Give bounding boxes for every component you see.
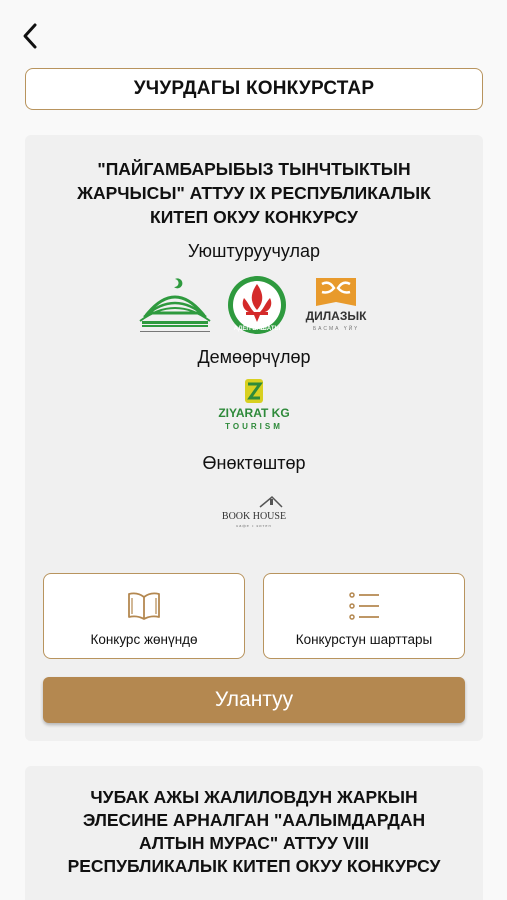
contest-title-line: ЖАРЧЫСЫ" АТТУУ IX РЕСПУБЛИКАЛЫК	[77, 183, 431, 203]
contest-rules-button[interactable]: Конкурстун шарттары	[263, 573, 465, 659]
contest-2-title-line: АЛТЫН МУРАС" АТТУУ VIII	[138, 833, 370, 853]
book-ornament-icon: ДИЛАЗЫК БАСМА ҮЙҮ	[306, 278, 368, 332]
svg-text:АДЕП БАШАТЫ: АДЕП БАШАТЫ	[234, 326, 281, 332]
contest-2-title-line: РЕСПУБЛИКАЛЫК КИТЕП ОКУУ КОНКУРСУ	[67, 856, 441, 876]
contest-2-title: ЧУБАК АЖЫ ЖАЛИЛОВДУН ЖАРКЫН ЭЛЕСИНЕ АРНА…	[45, 786, 463, 878]
svg-text:BOOK HOUSE: BOOK HOUSE	[222, 511, 286, 522]
dilazyk-logo: ДИЛАЗЫК БАСМА ҮЙҮ	[302, 274, 370, 336]
contest-title: "ПАЙГАМБАРЫБЫЗ ТЫНЧТЫКТЫН ЖАРЧЫСЫ" АТТУУ…	[45, 157, 463, 229]
svg-text:ZIYARAT KG: ZIYARAT KG	[218, 406, 289, 420]
continue-button[interactable]: Улантуу	[43, 677, 465, 723]
sponsors-logos: ZIYARAT KG TOURISM	[25, 377, 483, 437]
ziyarat-logo: ZIYARAT KG TOURISM	[209, 377, 299, 437]
about-contest-label: Конкурс жөнүндө	[90, 632, 198, 647]
svg-text:TOURISM: TOURISM	[225, 422, 283, 431]
adep-bashaty-logo: АДЕП БАШАТЫ	[226, 274, 288, 336]
muftiate-logo	[138, 273, 212, 337]
contest-card-2[interactable]: ЧУБАК АЖЫ ЖАЛИЛОВДУН ЖАРКЫН ЭЛЕСИНЕ АРНА…	[25, 766, 483, 900]
partners-label: Өнөктөштөр	[202, 453, 306, 473]
contest-title-line: КИТЕП ОКУУ КОНКУРСУ	[150, 207, 358, 227]
contest-card: "ПАЙГАМБАРЫБЫЗ ТЫНЧТЫКТЫН ЖАРЧЫСЫ" АТТУУ…	[25, 135, 483, 741]
organizers-label: Уюштуруучулар	[187, 241, 321, 261]
organizers-logos: АДЕП БАШАТЫ ДИЛАЗЫК БАСМА ҮЙҮ	[25, 273, 483, 337]
contest-2-title-line: ЧУБАК АЖЫ ЖАЛИЛОВДУН ЖАРКЫН	[90, 787, 418, 807]
about-contest-button[interactable]: Конкурс жөнүндө	[43, 573, 245, 659]
sponsors-label: Демөөрчүлөр	[197, 347, 311, 367]
svg-text:кафе • китеп: кафе • китеп	[236, 523, 271, 528]
section-title: УЧУРДАГЫ КОНКУРСТАР	[25, 68, 483, 110]
back-button[interactable]	[12, 18, 48, 54]
mosque-icon	[139, 278, 211, 327]
svg-text:ДИЛАЗЫК: ДИЛАЗЫК	[306, 309, 368, 323]
contest-2-title-line: ЭЛЕСИНЕ АРНАЛГАН "ААЛЫМДАРДАН	[82, 810, 426, 830]
svg-text:БАСМА ҮЙҮ: БАСМА ҮЙҮ	[313, 324, 359, 332]
bookhouse-logo: BOOK HOUSE кафе • китеп	[216, 491, 292, 531]
partners-logos: BOOK HOUSE кафе • китеп	[25, 491, 483, 531]
chevron-left-icon	[23, 23, 37, 49]
contest-rules-label: Конкурстун шарттары	[295, 632, 433, 647]
open-book-icon	[128, 592, 160, 620]
list-icon	[349, 592, 379, 620]
bookhouse-roof-icon: BOOK HOUSE кафе • китеп	[222, 495, 286, 528]
contest-title-line: "ПАЙГАМБАРЫБЫЗ ТЫНЧТЫКТЫН	[97, 159, 411, 179]
fleur-de-lis-icon: АДЕП БАШАТЫ	[228, 276, 286, 334]
ziyarat-z-icon: ZIYARAT KG TOURISM	[218, 379, 290, 431]
